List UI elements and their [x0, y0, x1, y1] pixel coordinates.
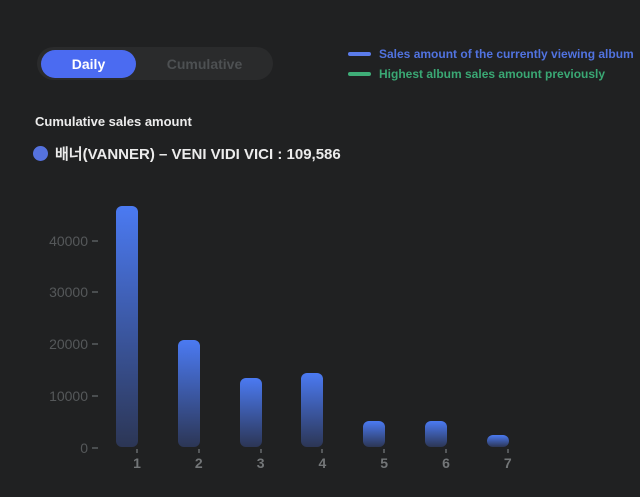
x-axis-tick [136, 448, 138, 453]
x-axis-label: 4 [318, 454, 327, 471]
bar[interactable] [239, 378, 262, 448]
y-axis-tick [92, 394, 98, 397]
y-axis-label: 10000 [49, 387, 88, 404]
x-axis-tick [383, 448, 386, 453]
x-axis-label: 1 [133, 454, 141, 471]
y-axis-tick [92, 343, 98, 346]
y-axis-label: 40000 [49, 232, 88, 249]
x-axis-label: 7 [503, 454, 512, 471]
bar[interactable] [486, 434, 509, 448]
y-axis-label: 30000 [49, 284, 88, 301]
bar[interactable] [363, 421, 386, 448]
x-axis-label: 3 [256, 454, 265, 471]
bar[interactable] [425, 421, 447, 448]
y-axis-tick [92, 446, 98, 449]
y-axis-label: 20000 [49, 336, 88, 353]
x-axis-tick [506, 448, 509, 453]
bar[interactable] [301, 372, 324, 448]
y-axis-tick [92, 291, 98, 294]
x-axis-label: 2 [194, 454, 203, 471]
bar[interactable] [116, 206, 138, 448]
bar[interactable] [177, 339, 200, 448]
x-axis-tick [197, 448, 200, 453]
album-sales-app: Daily Cumulative Sales amount of the cur… [0, 0, 640, 497]
x-axis-tick [321, 448, 324, 453]
x-axis-tick [445, 448, 447, 453]
x-axis-tick [259, 448, 262, 453]
bar-chart: 0 10000 20000 30000 40000 1 2 3 4 5 6 7 [0, 0, 640, 497]
y-axis-label: 0 [80, 439, 88, 456]
y-axis-tick [92, 239, 98, 242]
x-axis-label: 5 [380, 454, 389, 471]
x-axis-label: 6 [442, 454, 450, 471]
